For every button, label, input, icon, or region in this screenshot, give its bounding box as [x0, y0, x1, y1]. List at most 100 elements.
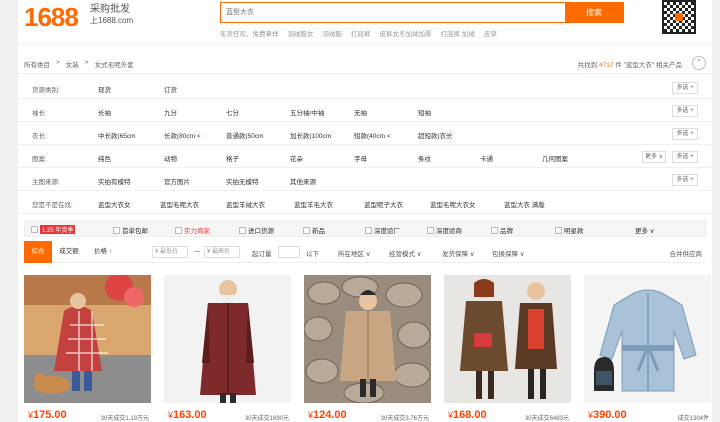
promo-badge: 1.25 年货季	[40, 225, 76, 234]
hot-keyword[interactable]: 打底裤 加绒	[441, 28, 475, 38]
checkbox-icon[interactable]	[113, 226, 120, 234]
breadcrumb-item[interactable]: 所有类目	[24, 59, 50, 69]
multi-select-button[interactable]: 多选 +	[672, 174, 698, 186]
service-filter[interactable]: 首单包邮	[113, 225, 148, 235]
filter-option[interactable]: 其他来源	[290, 176, 316, 186]
product-image[interactable]	[584, 275, 711, 403]
product-card[interactable]: ¥175.00 30天成交1.19万元	[24, 275, 151, 422]
service-more-button[interactable]: 更多 ∨	[635, 225, 655, 235]
business-mode-dropdown[interactable]: 经营模式 ∨	[389, 248, 422, 258]
merge-supplier-button[interactable]: 合并供应商	[670, 248, 703, 258]
promo-filter[interactable]: 1.25 年货季	[31, 225, 76, 234]
multi-select-button[interactable]: 多选 +	[672, 128, 698, 140]
hot-keyword[interactable]: 皮裤女冬加绒加厚	[380, 28, 432, 38]
filter-option[interactable]: 格子	[226, 153, 239, 163]
min-order-input[interactable]	[278, 246, 300, 258]
filter-option[interactable]: 蓝型羊绒大衣	[226, 199, 265, 209]
filter-option[interactable]: 加长款(100cm	[290, 130, 331, 140]
service-filter[interactable]: 明星款	[555, 225, 584, 235]
filter-option[interactable]: 长款(80cm <	[164, 130, 201, 140]
checkbox-icon[interactable]	[303, 226, 310, 234]
product-image[interactable]	[164, 275, 291, 403]
checkbox-icon[interactable]	[239, 226, 246, 234]
multi-select-button[interactable]: 多选 +	[672, 151, 698, 163]
checkbox-icon[interactable]	[175, 226, 182, 234]
hot-keyword[interactable]: 年货狂欢，免费拿样	[220, 28, 279, 38]
checkbox-icon[interactable]	[491, 226, 498, 234]
search-button[interactable]: 搜索	[565, 2, 623, 23]
filter-option[interactable]: 几何图案	[542, 153, 568, 163]
filter-option[interactable]: 五分袖/中袖	[290, 107, 324, 117]
product-card[interactable]: ¥390.00 成交1304件	[584, 275, 711, 422]
price-value: 168.00	[453, 409, 487, 421]
hot-keyword[interactable]: 打底裤	[351, 28, 371, 38]
search-input[interactable]	[221, 3, 565, 22]
region-dropdown[interactable]: 所在地区 ∨	[338, 248, 371, 258]
filter-option[interactable]: 普通款(50cm	[226, 130, 264, 140]
sort-tab-price[interactable]: 价格 ↑	[86, 241, 120, 263]
filter-option[interactable]: 无袖	[354, 107, 367, 117]
hot-keyword[interactable]: 羽绒服	[323, 28, 343, 38]
service-filter[interactable]: 实力商家	[175, 225, 210, 235]
breadcrumb-item[interactable]: 女装	[66, 59, 79, 69]
multi-select-button[interactable]: 多选 +	[672, 105, 698, 117]
filter-option[interactable]: 中长款(65cm	[98, 130, 136, 140]
hot-keyword[interactable]: 皮草	[484, 28, 497, 38]
filter-option[interactable]: 蓝型毛呢大衣女	[430, 199, 476, 209]
filter-option[interactable]: 花朵	[290, 153, 303, 163]
service-filter[interactable]: 深度验商	[427, 225, 462, 235]
filter-option[interactable]: 动物	[164, 153, 177, 163]
breadcrumb-item[interactable]: 女式毛呢外套	[95, 59, 134, 69]
filter-option[interactable]: 官方图片	[164, 176, 190, 186]
checkbox-icon[interactable]	[365, 226, 372, 234]
max-price-input[interactable]: ¥ 最高价	[204, 246, 240, 258]
filter-option[interactable]: 实拍有模特	[98, 176, 131, 186]
more-options-button[interactable]: 更多 ∨	[642, 151, 666, 163]
service-filter[interactable]: 新品	[303, 225, 325, 235]
filter-option[interactable]: 蓝型毛呢大衣	[160, 199, 199, 209]
service-filter[interactable]: 深度验厂	[365, 225, 400, 235]
filter-option[interactable]: 条纹	[418, 153, 431, 163]
filter-option[interactable]: 长袖	[98, 107, 111, 117]
checkbox-icon[interactable]	[555, 226, 562, 234]
filter-option[interactable]: 订货	[164, 84, 177, 94]
hot-keyword[interactable]: 羽绒服女	[288, 28, 314, 38]
filter-option[interactable]: 蓝型大衣 满版	[504, 199, 545, 209]
filter-row: 主图来源: 实拍有模特 官方图片 实拍无模特 其他来源 多选 +	[18, 169, 712, 191]
product-image[interactable]	[444, 275, 571, 403]
filter-option[interactable]: 短款(40cm <	[354, 130, 391, 140]
service-filter[interactable]: 品牌	[491, 225, 513, 235]
filter-option[interactable]: 蓝型羊毛大衣	[294, 199, 333, 209]
filter-option[interactable]: 实拍无模特	[226, 176, 259, 186]
filter-option[interactable]: 七分	[226, 107, 239, 117]
checkbox-icon[interactable]	[427, 226, 434, 234]
filter-option[interactable]: 卡通	[480, 153, 493, 163]
slogan-line1: 采购批发	[90, 4, 130, 15]
filter-label: 图案:	[32, 156, 47, 163]
site-logo[interactable]: 1688	[24, 2, 79, 33]
service-filter[interactable]: 进口货源	[239, 225, 274, 235]
filter-option[interactable]: 蓝型呢子大衣	[364, 199, 403, 209]
filter-option[interactable]: 九分	[164, 107, 177, 117]
product-image[interactable]	[304, 275, 431, 403]
sort-tab-overall[interactable]: 综合	[24, 241, 52, 263]
product-card[interactable]: ¥168.00 30天成交6483元	[444, 275, 571, 422]
product-card[interactable]: ¥124.00 30天成交3.76万元	[304, 275, 431, 422]
product-image[interactable]	[24, 275, 151, 403]
filter-option[interactable]: 字母	[354, 153, 367, 163]
filter-option[interactable]: 蓝型大衣女	[98, 199, 131, 209]
min-price-input[interactable]: ¥ 最低价	[152, 246, 188, 258]
filter-option[interactable]: 短袖	[418, 107, 431, 117]
checkbox-icon[interactable]	[31, 226, 38, 233]
service-filter-label: 新品	[312, 228, 325, 235]
filter-option[interactable]: 现货	[98, 84, 111, 94]
multi-select-button[interactable]: 多选 +	[672, 82, 698, 94]
sort-bar: 综合 成交额 价格 ↑ ¥ 最低价 — ¥ 最高价 起订量 以下 所在地区 ∨ …	[24, 241, 706, 263]
shipping-dropdown[interactable]: 发货保障 ∨	[442, 248, 475, 258]
product-card[interactable]: ¥163.00 30天成交1690元	[164, 275, 291, 422]
package-dropdown[interactable]: 包换保障 ∨	[492, 248, 525, 258]
filter-option[interactable]: 纯色	[98, 153, 111, 163]
sort-tab-volume[interactable]: 成交额	[54, 241, 84, 263]
filter-option[interactable]: 超短款(衣长	[418, 130, 453, 140]
collapse-icon[interactable]: ⌃	[692, 56, 706, 70]
